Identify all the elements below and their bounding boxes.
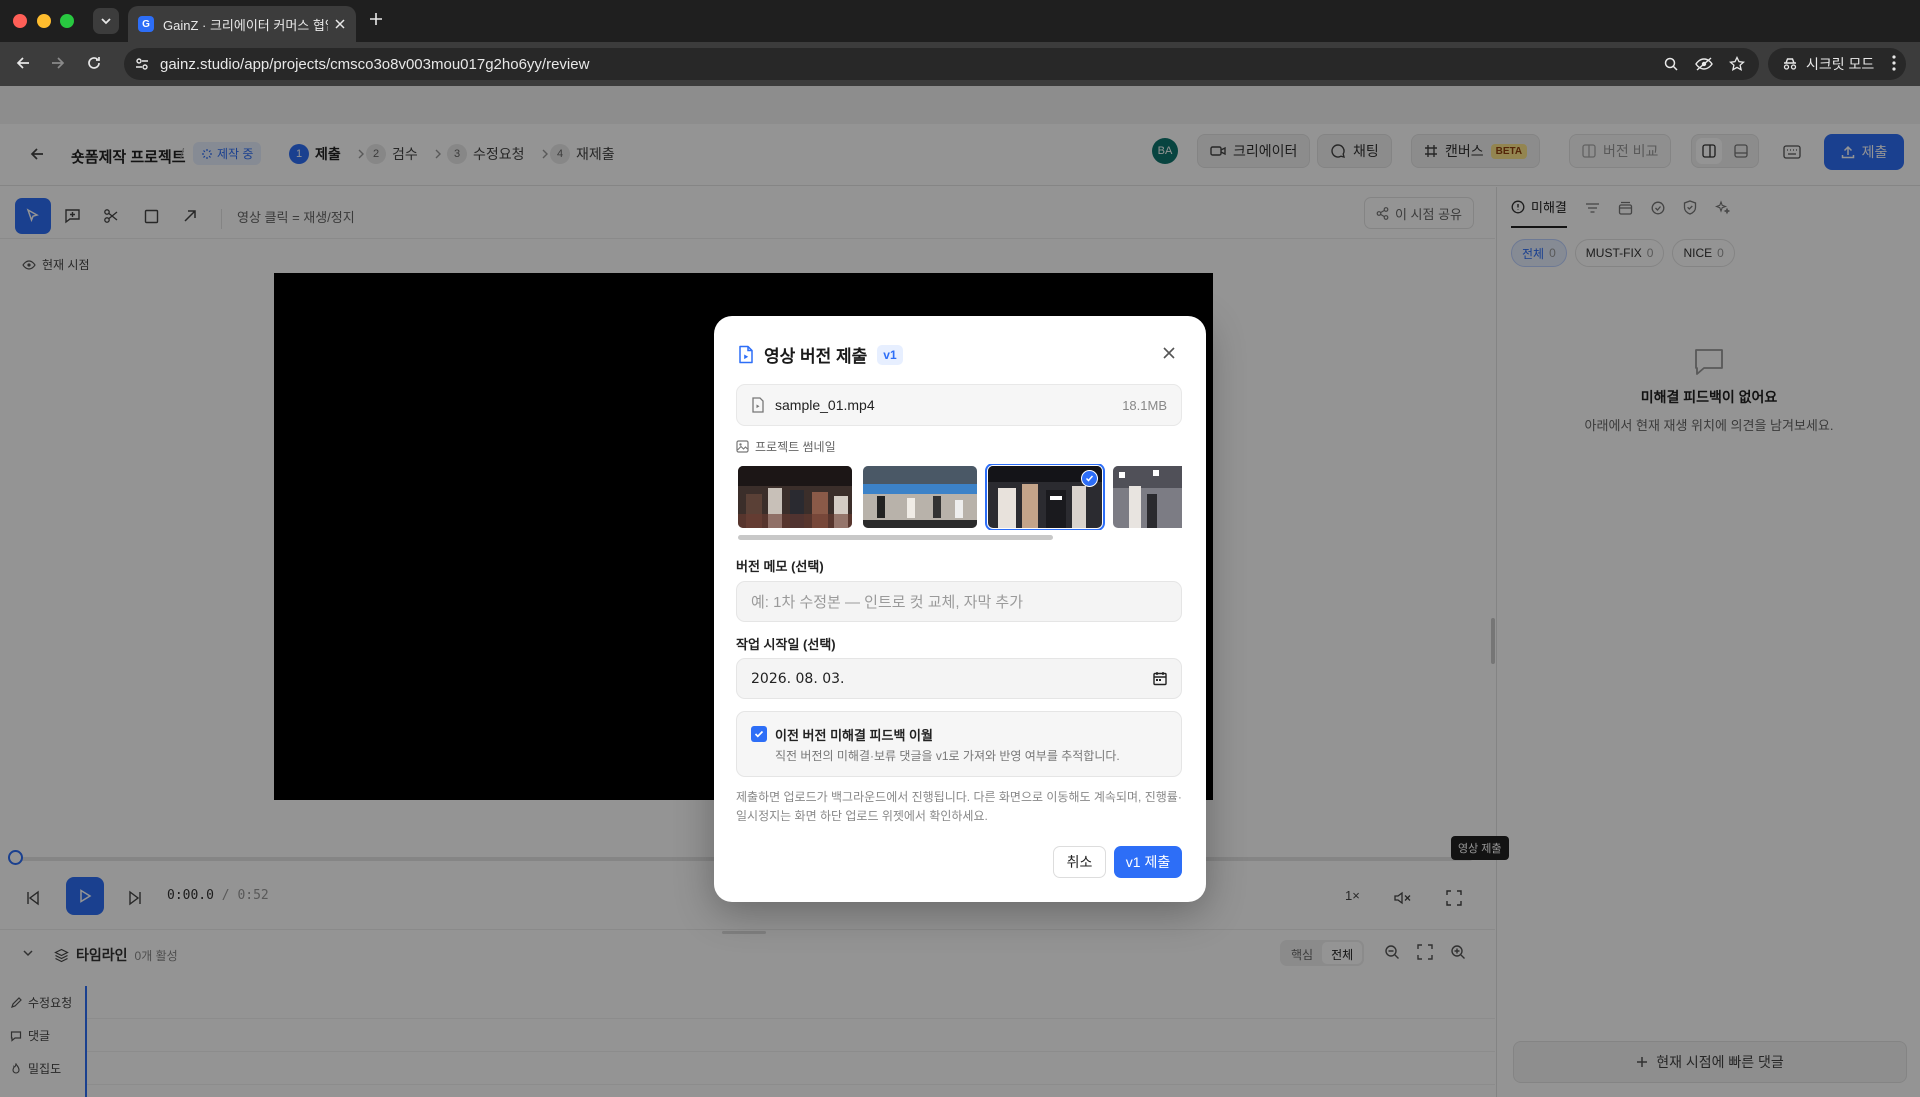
- browser-toolbar: gainz.studio/app/projects/cmsco3o8v003mo…: [0, 42, 1920, 86]
- thumbnail-strip: [736, 464, 1182, 530]
- star-icon[interactable]: [1729, 56, 1745, 72]
- close-icon[interactable]: [334, 18, 346, 30]
- browser-tab[interactable]: G GainZ · 크리에이터 커머스 협업 O: [128, 6, 356, 42]
- dialog-header: 영상 버전 제출 v1: [738, 342, 903, 367]
- start-date-value: 2026. 08. 03.: [751, 670, 845, 687]
- carry-over-option[interactable]: 이전 버전 미해결 피드백 이월 직전 버전의 미해결·보류 댓글을 v1로 가…: [736, 711, 1182, 777]
- cancel-button[interactable]: 취소: [1053, 846, 1106, 878]
- selected-check: [1081, 470, 1098, 487]
- more-vert-icon[interactable]: [1892, 55, 1896, 71]
- dialog-title: 영상 버전 제출: [764, 347, 868, 366]
- memo-label: 버전 메모 (선택): [736, 559, 824, 574]
- eye-off-icon[interactable]: [1695, 56, 1713, 72]
- thumbnail-image: [1113, 466, 1182, 528]
- video-file-icon: [739, 345, 753, 364]
- thumbnail-option[interactable]: [738, 466, 852, 528]
- submit-version-dialog: 영상 버전 제출 v1 sample_01.mp4 18.1MB 프로젝트 썸네…: [714, 316, 1206, 902]
- address-bar[interactable]: gainz.studio/app/projects/cmsco3o8v003mo…: [124, 48, 1759, 80]
- tab-title: GainZ · 크리에이터 커머스 협업 O: [163, 17, 328, 33]
- zoom-icon[interactable]: [1663, 56, 1679, 72]
- favicon: G: [138, 16, 154, 32]
- incognito-icon: [1783, 58, 1797, 70]
- reload-icon[interactable]: [85, 54, 103, 72]
- file-icon: [752, 397, 764, 413]
- url-text: gainz.studio/app/projects/cmsco3o8v003mo…: [160, 55, 590, 73]
- close-window-button[interactable]: [13, 14, 27, 28]
- tab-search-button[interactable]: [93, 8, 119, 34]
- maximize-window-button[interactable]: [60, 14, 74, 28]
- carry-over-description: 직전 버전의 미해결·보류 댓글을 v1로 가져와 반영 여부를 추적합니다.: [775, 749, 1120, 763]
- version-memo-input[interactable]: 예: 1차 수정본 — 인트로 컷 교체, 자막 추가: [736, 581, 1182, 622]
- start-date-input[interactable]: 2026. 08. 03.: [736, 658, 1182, 699]
- thumbnail-option-selected[interactable]: [985, 464, 1105, 530]
- check-icon: [1085, 475, 1094, 482]
- incognito-indicator[interactable]: 시크릿 모드: [1768, 48, 1906, 80]
- thumbnail-label: 프로젝트 썸네일: [755, 440, 836, 454]
- version-badge: v1: [877, 344, 903, 365]
- start-date-label: 작업 시작일 (선택): [736, 637, 836, 652]
- site-settings-icon[interactable]: [134, 56, 150, 72]
- thumbnail-scrollbar[interactable]: [738, 535, 1053, 540]
- carry-over-title: 이전 버전 미해결 피드백 이월: [775, 728, 933, 743]
- browser-tabstrip: G GainZ · 크리에이터 커머스 협업 O: [0, 0, 1920, 42]
- incognito-label: 시크릿 모드: [1806, 56, 1875, 72]
- check-icon: [754, 730, 764, 738]
- minimize-window-button[interactable]: [37, 14, 51, 28]
- upload-notice: 제출하면 업로드가 백그라운드에서 진행됩니다. 다른 화면으로 이동해도 계속…: [736, 790, 1182, 823]
- thumbnail-image: [863, 466, 977, 528]
- selected-file: sample_01.mp4 18.1MB: [736, 384, 1182, 426]
- thumbnail-image: [738, 466, 852, 528]
- submit-version-button[interactable]: v1 제출: [1114, 846, 1182, 878]
- calendar-icon[interactable]: [1153, 671, 1167, 686]
- thumbnail-option[interactable]: [863, 466, 977, 528]
- thumbnail-section-label: 프로젝트 썸네일: [736, 438, 836, 455]
- back-arrow-icon[interactable]: [14, 54, 32, 72]
- file-name: sample_01.mp4: [775, 397, 875, 413]
- close-icon[interactable]: [1162, 346, 1176, 360]
- thumbnail-option[interactable]: [1113, 466, 1182, 528]
- carry-over-checkbox[interactable]: [751, 726, 767, 742]
- image-icon: [736, 440, 749, 453]
- forward-arrow-icon[interactable]: [49, 54, 67, 72]
- new-tab-icon[interactable]: [368, 11, 384, 27]
- file-size: 18.1MB: [1122, 397, 1167, 413]
- chevron-down-icon: [101, 18, 111, 25]
